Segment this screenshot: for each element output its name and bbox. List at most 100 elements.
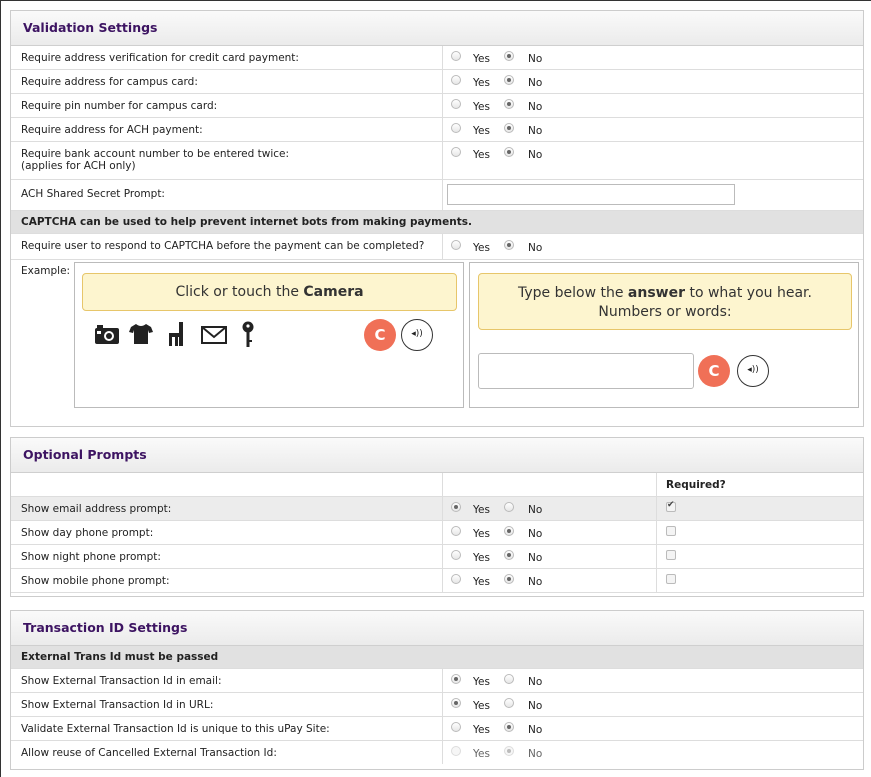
optional-prompts-panel: Optional Prompts Required? Show email ad… xyxy=(10,437,864,597)
no-label: No xyxy=(528,724,543,736)
transaction-row: Show External Transaction Id in email: Y… xyxy=(11,669,863,693)
settings-row: Require bank account number to be entere… xyxy=(11,142,863,180)
no-radio[interactable] xyxy=(504,674,514,684)
camera-icon[interactable] xyxy=(94,323,120,345)
no-radio[interactable] xyxy=(504,99,514,109)
no-label: No xyxy=(528,149,543,161)
yes-radio[interactable] xyxy=(451,51,461,61)
optional-row: Show email address prompt: Yes No xyxy=(11,497,863,521)
row-label: Show External Transaction Id in URL: xyxy=(21,699,214,711)
captcha-require-label: Require user to respond to CAPTCHA befor… xyxy=(21,240,425,252)
yes-radio[interactable] xyxy=(451,99,461,109)
ach-secret-row: ACH Shared Secret Prompt: xyxy=(11,180,863,211)
yes-radio[interactable] xyxy=(451,574,461,584)
captcha-audio-box: Type below the answer to what you hear. … xyxy=(469,262,859,408)
yes-label: Yes xyxy=(473,125,490,137)
no-label: No xyxy=(528,53,543,65)
row-label: Validate External Transaction Id is uniq… xyxy=(21,723,330,735)
no-radio[interactable] xyxy=(504,147,514,157)
yes-label: Yes xyxy=(473,676,490,688)
no-radio[interactable] xyxy=(504,526,514,536)
no-label: No xyxy=(528,700,543,712)
window-left-border xyxy=(0,0,9,777)
validation-settings-panel: Validation Settings Require address veri… xyxy=(10,10,864,427)
captcha-require-row: Require user to respond to CAPTCHA befor… xyxy=(11,234,863,260)
yes-label: Yes xyxy=(473,53,490,65)
no-radio[interactable] xyxy=(504,698,514,708)
row-label: Show External Transaction Id in email: xyxy=(21,675,222,687)
required-checkbox[interactable] xyxy=(666,550,676,560)
row-label: Require pin number for campus card: xyxy=(21,100,218,112)
audio-captcha-button[interactable]: ◂)) xyxy=(401,319,433,351)
yes-radio[interactable] xyxy=(451,698,461,708)
row-label: Show night phone prompt: xyxy=(21,551,161,563)
refresh-captcha-button[interactable]: C xyxy=(698,355,730,387)
no-label: No xyxy=(528,101,543,113)
key-icon[interactable] xyxy=(241,321,255,349)
no-radio[interactable] xyxy=(504,574,514,584)
no-label: No xyxy=(528,676,543,688)
no-radio[interactable] xyxy=(504,51,514,61)
example-label: Example: xyxy=(21,265,71,277)
no-label: No xyxy=(528,125,543,137)
captcha-note-row: CAPTCHA can be used to help prevent inte… xyxy=(11,211,863,234)
required-checkbox[interactable] xyxy=(666,574,676,584)
yes-radio[interactable] xyxy=(451,75,461,85)
yes-radio[interactable] xyxy=(451,240,461,250)
row-label: Require address for campus card: xyxy=(21,76,198,88)
envelope-icon[interactable] xyxy=(201,326,227,344)
no-radio xyxy=(504,746,514,756)
tshirt-icon[interactable] xyxy=(128,323,154,345)
row-label: Require address verification for credit … xyxy=(21,52,299,64)
chair-icon[interactable] xyxy=(165,321,189,347)
no-radio[interactable] xyxy=(504,75,514,85)
transaction-subhead: External Trans Id must be passed xyxy=(21,651,219,663)
captcha-visual-box: Click or touch the Camera C ◂)) xyxy=(74,262,464,408)
settings-row: Require address for campus card: Yes No xyxy=(11,70,863,94)
yes-radio[interactable] xyxy=(451,123,461,133)
no-radio[interactable] xyxy=(504,722,514,732)
settings-row: Require pin number for campus card: Yes … xyxy=(11,94,863,118)
yes-label: Yes xyxy=(473,242,490,254)
transaction-row: Validate External Transaction Id is uniq… xyxy=(11,717,863,741)
row-label: Require bank account number to be entere… xyxy=(21,148,290,160)
required-checkbox[interactable] xyxy=(666,526,676,536)
captcha-answer-input[interactable] xyxy=(478,353,694,389)
captcha-example-area: Example: Click or touch the Camera C ◂))… xyxy=(11,260,863,410)
required-checkbox[interactable] xyxy=(666,500,676,512)
yes-radio xyxy=(451,746,461,756)
row-label: Allow reuse of Cancelled External Transa… xyxy=(21,747,277,759)
yes-radio[interactable] xyxy=(451,722,461,732)
yes-radio[interactable] xyxy=(451,526,461,536)
no-radio[interactable] xyxy=(504,123,514,133)
captcha-note: CAPTCHA can be used to help prevent inte… xyxy=(21,216,472,228)
transaction-id-panel: Transaction ID Settings External Trans I… xyxy=(10,610,864,770)
row-label: Show day phone prompt: xyxy=(21,527,154,539)
optional-row: Show night phone prompt: Yes No xyxy=(11,545,863,569)
captcha-audio-instruction: Type below the answer to what you hear. … xyxy=(478,273,852,330)
transaction-row: Allow reuse of Cancelled External Transa… xyxy=(11,741,863,764)
no-radio[interactable] xyxy=(504,240,514,250)
yes-label: Yes xyxy=(473,700,490,712)
yes-radio[interactable] xyxy=(451,147,461,157)
settings-row: Require address verification for credit … xyxy=(11,46,863,70)
no-radio[interactable] xyxy=(504,550,514,560)
no-radio[interactable] xyxy=(504,502,514,512)
yes-label: Yes xyxy=(473,724,490,736)
no-label: No xyxy=(528,552,543,564)
yes-radio[interactable] xyxy=(451,550,461,560)
yes-radio[interactable] xyxy=(451,502,461,512)
row-label: Show email address prompt: xyxy=(21,503,172,515)
row-label: Require address for ACH payment: xyxy=(21,124,203,136)
transaction-row: Show External Transaction Id in URL: Yes… xyxy=(11,693,863,717)
refresh-captcha-button[interactable]: C xyxy=(364,319,396,351)
window-top-border xyxy=(0,0,871,1)
ach-secret-input[interactable] xyxy=(447,184,735,205)
audio-captcha-button[interactable]: ◂)) xyxy=(737,355,769,387)
no-label: No xyxy=(528,528,543,540)
yes-label: Yes xyxy=(473,77,490,89)
yes-radio[interactable] xyxy=(451,674,461,684)
transaction-id-title: Transaction ID Settings xyxy=(11,611,863,646)
yes-label: Yes xyxy=(473,552,490,564)
yes-label: Yes xyxy=(473,504,490,516)
